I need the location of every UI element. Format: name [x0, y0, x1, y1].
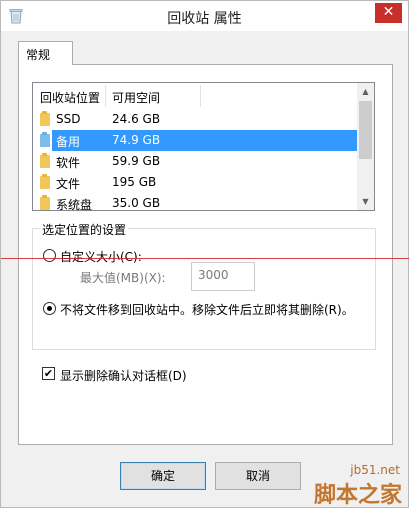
selection-highlight	[52, 130, 358, 151]
list-header: 回收站位置 可用空间	[33, 83, 358, 109]
max-size-label: 最大值(MB)(X):	[80, 271, 166, 285]
free-space: 24.6 GB	[112, 112, 161, 126]
watermark-url: jb51.net	[350, 463, 400, 477]
location-name: 文件	[56, 177, 81, 191]
scroll-down-icon[interactable]: ▼	[357, 193, 374, 210]
free-space: 195 GB	[112, 175, 157, 189]
recycle-bin-properties-window: 回收站 属性 ✕ 常规 回收站位置 可用空间 SSD 24.6 GB 备用 74…	[0, 0, 409, 508]
free-space: 35.0 GB	[112, 196, 161, 210]
list-item[interactable]: 备用 74.9 GB	[33, 130, 358, 151]
scroll-up-icon[interactable]: ▲	[357, 83, 374, 100]
scrollbar-thumb[interactable]	[359, 101, 372, 159]
free-space: 59.9 GB	[112, 154, 161, 168]
list-item[interactable]: 系统盘 35.0 GB	[33, 193, 358, 211]
list-item[interactable]: SSD 24.6 GB	[33, 109, 358, 130]
free-space: 74.9 GB	[112, 133, 161, 147]
location-name: 备用	[56, 135, 81, 149]
column-divider[interactable]	[200, 85, 201, 107]
location-name: SSD	[56, 112, 81, 126]
group-title: 选定位置的设置	[40, 221, 129, 238]
confirm-delete-checkbox[interactable]: ✔	[42, 367, 55, 380]
vertical-scrollbar[interactable]: ▲ ▼	[357, 83, 374, 210]
no-move-label[interactable]: 不将文件移到回收站中。移除文件后立即将其删除(R)。	[60, 301, 354, 318]
close-button[interactable]: ✕	[375, 3, 402, 23]
column-header-free-space[interactable]: 可用空间	[112, 89, 160, 106]
folder-icon	[40, 153, 50, 168]
folder-icon	[40, 195, 50, 210]
watermark: jb51.net 脚本之家	[302, 461, 406, 508]
custom-size-radio[interactable]	[43, 249, 56, 262]
watermark-logo: 脚本之家	[313, 483, 402, 508]
list-item[interactable]: 文件 195 GB	[33, 172, 358, 193]
location-list[interactable]: 回收站位置 可用空间 SSD 24.6 GB 备用 74.9 GB 软件 59.…	[32, 82, 375, 211]
title-bar[interactable]: 回收站 属性 ✕	[1, 1, 408, 31]
custom-size-label[interactable]: 自定义大小(C):	[60, 248, 142, 265]
folder-icon	[40, 174, 50, 189]
list-item[interactable]: 软件 59.9 GB	[33, 151, 358, 172]
cancel-button[interactable]: 取消	[215, 462, 301, 490]
max-size-input[interactable]: 3000	[191, 262, 255, 291]
red-annotation-line	[1, 258, 409, 259]
window-title: 回收站 属性	[167, 11, 242, 27]
no-move-radio[interactable]	[43, 302, 56, 315]
column-divider[interactable]	[105, 85, 106, 107]
folder-icon	[40, 111, 50, 126]
column-header-location[interactable]: 回收站位置	[40, 89, 100, 106]
location-name: 软件	[56, 156, 81, 170]
confirm-delete-label[interactable]: 显示删除确认对话框(D)	[60, 367, 187, 384]
ok-button[interactable]: 确定	[120, 462, 206, 490]
location-name: 系统盘	[56, 198, 93, 211]
folder-icon	[40, 132, 50, 147]
tab-general[interactable]: 常规	[18, 41, 73, 65]
